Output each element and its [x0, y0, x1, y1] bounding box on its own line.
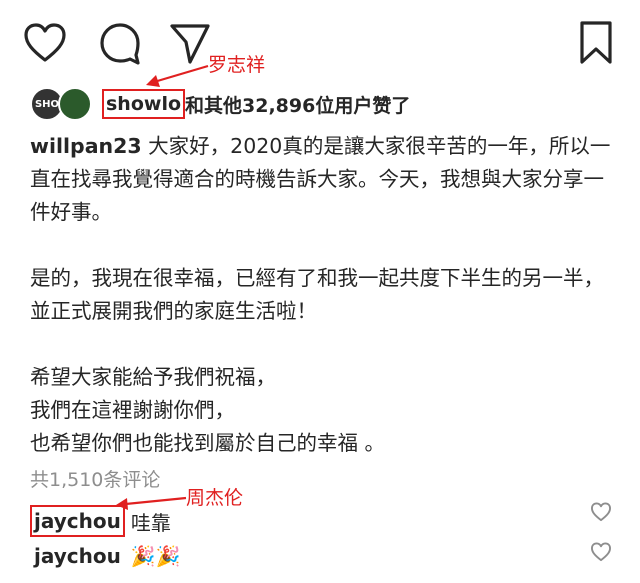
caption-paragraph-2: 是的，我現在很幸福，已經有了和我一起共度下半生的另一半，並正式展開我們的家庭生活… [30, 266, 604, 323]
likes-text[interactable]: 和其他32,896位用户赞了 [185, 91, 410, 118]
annotation-label-showlo: 罗志祥 [208, 54, 266, 76]
comment-text: 🎉🎉 [130, 544, 181, 568]
comment-username[interactable]: jaychou [30, 542, 125, 570]
comment-username[interactable]: jaychou [30, 505, 125, 537]
post-caption: willpan23 大家好，2020真的是讓大家很辛苦的一年，所以一直在找尋我覺… [30, 130, 620, 460]
avatar-text: SHO [34, 98, 60, 110]
heart-icon [591, 502, 611, 522]
comment-item: jaychou 哇靠 [30, 505, 171, 537]
comment-button[interactable] [98, 22, 142, 66]
liker-username[interactable]: showlo [102, 89, 186, 119]
heart-icon [591, 542, 611, 562]
caption-paragraph-3: 希望大家能給予我們祝福， 我們在這裡謝謝你們， 也希望你們也能找到屬於自己的幸福… [30, 365, 386, 455]
comment-text: 哇靠 [130, 510, 171, 535]
comment-like-button[interactable] [590, 502, 612, 522]
heart-icon [24, 23, 66, 62]
save-button[interactable] [578, 20, 614, 66]
avatar[interactable] [58, 87, 92, 121]
bookmark-icon [580, 21, 612, 64]
comment-like-button[interactable] [590, 542, 612, 562]
comment-icon [100, 23, 140, 65]
view-all-comments-link[interactable]: 共1,510条评论 [30, 465, 160, 492]
likes-row: SHO showlo 和其他32,896位用户赞了 [30, 86, 410, 122]
like-button[interactable] [22, 22, 68, 64]
caption-username[interactable]: willpan23 [30, 134, 142, 158]
annotation-label-jaychou: 周杰伦 [186, 487, 244, 509]
comment-item: jaychou 🎉🎉 [30, 542, 181, 570]
